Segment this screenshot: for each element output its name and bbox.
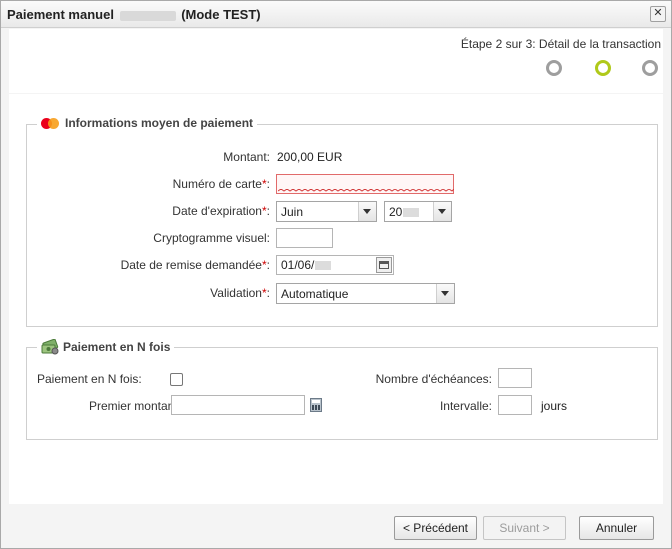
payment-info-title: Informations moyen de paiement — [65, 116, 254, 130]
installments-count-label: Nombre d'échéances: — [375, 372, 492, 386]
cvv-label: Cryptogramme visuel: — [153, 231, 270, 245]
mastercard-icon — [41, 117, 59, 129]
dialog-title: Paiement manuel (Mode TEST) — [7, 7, 261, 22]
remittance-date-label: Date de remise demandée*: — [120, 258, 270, 272]
step-label: Étape 2 sur 3: Détail de la transaction — [460, 37, 661, 51]
step-1-circle-icon — [546, 60, 562, 76]
calculator-icon[interactable] — [310, 398, 322, 412]
chevron-down-icon — [433, 202, 451, 221]
installments-enable-label: Paiement en N fois: — [37, 372, 142, 386]
remittance-date-input[interactable]: 01/06/ — [276, 255, 394, 275]
first-amount-label: Premier montant: — [88, 399, 181, 413]
spellcheck-squiggle — [278, 189, 454, 192]
money-icon — [41, 339, 59, 355]
dialog-footer: < Précédent Suivant > Annuler — [9, 507, 663, 547]
expiry-year-select[interactable]: 20 — [384, 201, 452, 222]
installments-section: Paiement en N fois Paiement en N fois: P… — [26, 339, 658, 440]
card-number-input[interactable] — [276, 174, 454, 194]
validation-label: Validation*: — [210, 286, 270, 300]
installments-count-input[interactable] — [498, 368, 532, 388]
dialog-titlebar[interactable]: Paiement manuel (Mode TEST) ✕ — [1, 1, 671, 28]
close-button[interactable]: ✕ — [650, 6, 666, 22]
step-2-circle-icon — [595, 60, 611, 76]
step-indicator: Étape 2 sur 3: Détail de la transaction — [9, 29, 663, 93]
payment-info-section: Informations moyen de paiement Montant: … — [26, 116, 658, 327]
calendar-icon[interactable] — [376, 257, 392, 273]
cancel-button[interactable]: Annuler — [579, 516, 654, 540]
installments-legend: Paiement en N fois — [37, 339, 175, 355]
dialog-title-suffix: (Mode TEST) — [181, 7, 261, 22]
expiry-label: Date d'expiration*: — [172, 204, 270, 218]
previous-button[interactable]: < Précédent — [394, 516, 477, 540]
interval-unit: jours — [541, 399, 568, 413]
interval-label: Intervalle: — [439, 399, 492, 413]
step-3-circle-icon — [642, 60, 658, 76]
amount-label: Montant: — [223, 150, 270, 164]
redacted-shop-name — [119, 10, 176, 21]
amount-value: 200,00 EUR — [277, 150, 343, 164]
cvv-input[interactable] — [276, 228, 333, 248]
next-button[interactable]: Suivant > — [483, 516, 566, 540]
card-number-label: Numéro de carte*: — [172, 177, 270, 191]
first-amount-input[interactable] — [171, 395, 305, 415]
interval-input[interactable] — [498, 395, 532, 415]
validation-select[interactable]: Automatique — [276, 283, 455, 304]
dialog-content: Informations moyen de paiement Montant: … — [9, 94, 663, 504]
chevron-down-icon — [436, 284, 454, 303]
installments-checkbox[interactable] — [170, 373, 183, 386]
installments-title: Paiement en N fois — [63, 340, 171, 354]
manual-payment-dialog: Paiement manuel (Mode TEST) ✕ Étape 2 su… — [0, 0, 672, 549]
chevron-down-icon — [358, 202, 376, 221]
payment-info-legend: Informations moyen de paiement — [37, 116, 258, 130]
expiry-month-select[interactable]: Juin — [276, 201, 377, 222]
dialog-title-prefix: Paiement manuel — [7, 7, 114, 22]
close-icon: ✕ — [653, 7, 663, 19]
